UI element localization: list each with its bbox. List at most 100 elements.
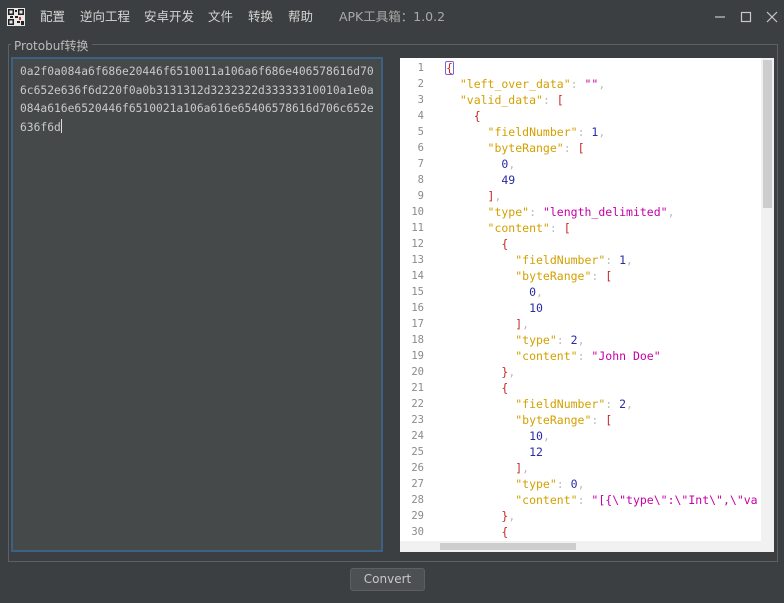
line-number: 23: [411, 414, 424, 426]
code-token: ,: [577, 477, 585, 491]
code-text: "type": "length_delimited",: [446, 204, 675, 220]
close-icon[interactable]: [757, 4, 784, 30]
line-number: 11: [411, 222, 424, 234]
code-token: [: [577, 141, 585, 155]
code-line: 5 "fieldNumber": 1,: [400, 124, 762, 140]
line-number: 30: [411, 526, 424, 538]
code-token: :: [577, 493, 592, 507]
code-text: 12: [446, 444, 543, 460]
code-token: "[{\"type\":\"Int\",\"va: [591, 493, 758, 507]
line-number: 14: [411, 270, 424, 282]
horizontal-scrollbar[interactable]: [400, 541, 761, 552]
json-output-editor[interactable]: 1{2 "left_over_data": "", 3 "valid_data":…: [400, 58, 774, 552]
code-text: {: [446, 108, 481, 124]
code-token: 0: [570, 477, 578, 491]
code-token: 10: [446, 301, 543, 315]
code-line: 13 "fieldNumber": 1,: [400, 252, 762, 268]
code-token: ,: [626, 253, 633, 267]
code-token: :: [591, 413, 606, 427]
line-number: 12: [411, 238, 424, 250]
code-token: 1: [619, 253, 627, 267]
code-line: 19 "content": "John Doe": [400, 348, 762, 364]
code-token: :: [577, 125, 592, 139]
menu-file[interactable]: 文件: [208, 0, 233, 34]
menu-android-dev[interactable]: 安卓开发: [144, 0, 194, 34]
code-text: {: [446, 236, 508, 252]
code-token: "type": [446, 477, 557, 491]
code-token: ]: [446, 461, 523, 475]
qr-code-icon: [7, 8, 25, 26]
code-line: 30 {: [400, 524, 762, 540]
code-token: :: [549, 221, 564, 235]
line-number: 25: [411, 446, 424, 458]
menu-convert[interactable]: 转换: [248, 0, 273, 34]
code-text: "valid_data": [: [446, 92, 564, 108]
code-token: [: [605, 269, 613, 283]
code-token: }: [446, 365, 509, 379]
code-line: 11 "content": [: [400, 220, 762, 236]
code-line: 10 "type": "length_delimited",: [400, 204, 762, 220]
code-text: 49: [446, 172, 515, 188]
vertical-scrollbar[interactable]: [761, 58, 774, 541]
line-number: 5: [417, 126, 424, 138]
json-code: 1{2 "left_over_data": "", 3 "valid_data":…: [400, 60, 762, 552]
code-text: "content": "[{\"type\":\"Int\",\"va: [446, 492, 758, 508]
code-line: 8 49: [400, 172, 762, 188]
vertical-scroll-thumb[interactable]: [763, 60, 772, 208]
code-token: ]: [446, 317, 523, 331]
code-token: ,: [542, 429, 550, 443]
code-text: "type": 0,: [446, 476, 585, 492]
code-token: ,: [598, 125, 606, 139]
code-token: "byteRange": [446, 141, 564, 155]
code-token: "fieldNumber": [446, 253, 606, 267]
code-token: "type": [446, 333, 557, 347]
code-token: "John Doe": [591, 349, 661, 363]
line-number: 20: [411, 366, 424, 378]
code-token: [: [605, 413, 613, 427]
code-line: 16 10: [400, 300, 762, 316]
code-token: "fieldNumber": [446, 125, 578, 139]
hex-input[interactable]: 0a2f0a084a6f686e20446f6510011a106a6f686e…: [11, 57, 383, 552]
line-number: 1: [417, 62, 424, 74]
code-line: 1{: [400, 60, 762, 76]
code-token: :: [570, 77, 585, 91]
code-token: "type": [446, 205, 530, 219]
code-token: :: [577, 349, 592, 363]
line-number: 10: [411, 206, 424, 218]
code-text: "content": [: [446, 220, 571, 236]
line-number: 6: [417, 142, 424, 154]
code-text: 10,: [446, 428, 550, 444]
line-number: 24: [411, 430, 424, 442]
code-token: ,: [598, 77, 606, 91]
code-text: },: [446, 508, 515, 524]
code-token: ,: [494, 189, 502, 203]
code-token: ]: [446, 189, 495, 203]
menu-reverse-engineering[interactable]: 逆向工程: [80, 0, 130, 34]
code-text: ],: [446, 316, 529, 332]
code-token: ,: [577, 333, 585, 347]
line-number: 8: [417, 174, 424, 186]
code-text: ],: [446, 460, 529, 476]
code-token: 2: [619, 397, 627, 411]
code-token: "content": [446, 349, 578, 363]
menu-config[interactable]: 配置: [40, 0, 65, 34]
code-text: "fieldNumber": 1,: [446, 124, 606, 140]
bracket-match-highlight: [445, 61, 454, 75]
code-line: 2 "left_over_data": "",: [400, 76, 762, 92]
code-token: :: [591, 269, 606, 283]
code-line: 14 "byteRange": [: [400, 268, 762, 284]
hex-input-text[interactable]: 0a2f0a084a6f686e20446f6510011a106a6f686e…: [20, 63, 378, 137]
menu-help[interactable]: 帮助: [288, 0, 313, 34]
code-text: ],: [446, 188, 502, 204]
code-line: 26 ],: [400, 460, 762, 476]
code-line: 27 "type": 0,: [400, 476, 762, 492]
code-token: :: [556, 477, 571, 491]
code-token: :: [605, 253, 620, 267]
code-token: 0: [446, 157, 509, 171]
convert-button[interactable]: Convert: [350, 568, 425, 591]
code-token: [: [556, 93, 564, 107]
code-token: 2: [570, 333, 578, 347]
horizontal-scroll-thumb[interactable]: [440, 543, 576, 550]
code-text: "byteRange": [: [446, 268, 612, 284]
code-line: 12 {: [400, 236, 762, 252]
